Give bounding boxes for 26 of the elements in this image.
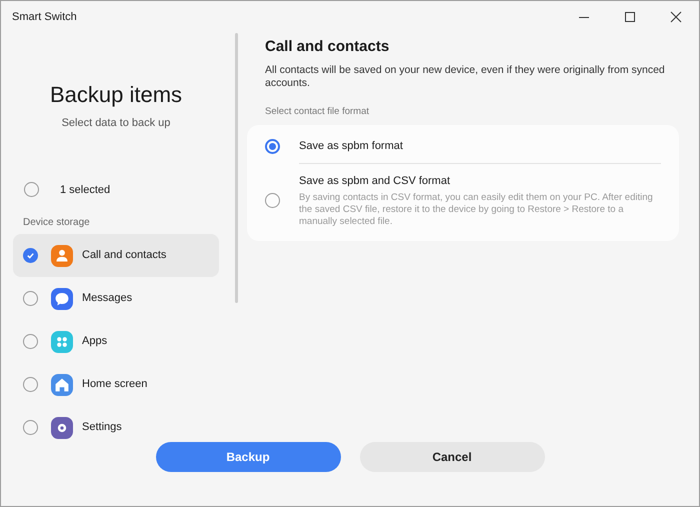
cancel-button[interactable]: Cancel: [360, 442, 544, 472]
option-label[interactable]: Save as spbm format: [299, 138, 661, 154]
section-label: Device storage: [22, 216, 91, 230]
checkbox[interactable]: [23, 377, 38, 392]
sidebar-item[interactable]: Home screen: [13, 363, 219, 406]
selected-count: 1 selected: [60, 182, 110, 198]
checkbox[interactable]: [24, 182, 39, 198]
checkbox[interactable]: [23, 291, 38, 306]
sidebar-title: Backup items: [50, 81, 182, 109]
checkbox[interactable]: [23, 248, 38, 263]
sidebar-subtitle: Select data to back up: [62, 116, 170, 131]
radio-button[interactable]: [265, 138, 280, 154]
detail-title: Call and contacts: [265, 37, 390, 57]
sidebar-item[interactable]: Apps: [13, 320, 219, 363]
checkbox[interactable]: [23, 334, 38, 349]
option-note: By saving contacts in CSV format, you can easily edit them on your PC. After editing the saved CSV file, restore it to the device by going to Restore > Restore to a manually selected file.: [299, 192, 654, 228]
sidebar-item[interactable]: Call and contacts: [13, 234, 219, 277]
backup-button[interactable]: Backup: [156, 442, 340, 472]
detail-description: All contacts will be saved on your new device, even if they were originally from synced accounts.: [265, 64, 666, 90]
option-label[interactable]: Save as spbm and CSV format: [299, 173, 661, 190]
format-label: Select contact file format: [265, 104, 370, 118]
sidebar-item[interactable]: Messages: [13, 277, 219, 320]
radio-button[interactable]: [265, 192, 280, 208]
window-title: Smart Switch: [12, 10, 77, 25]
checkbox[interactable]: [23, 420, 38, 435]
checkmark-icon: [26, 251, 35, 260]
